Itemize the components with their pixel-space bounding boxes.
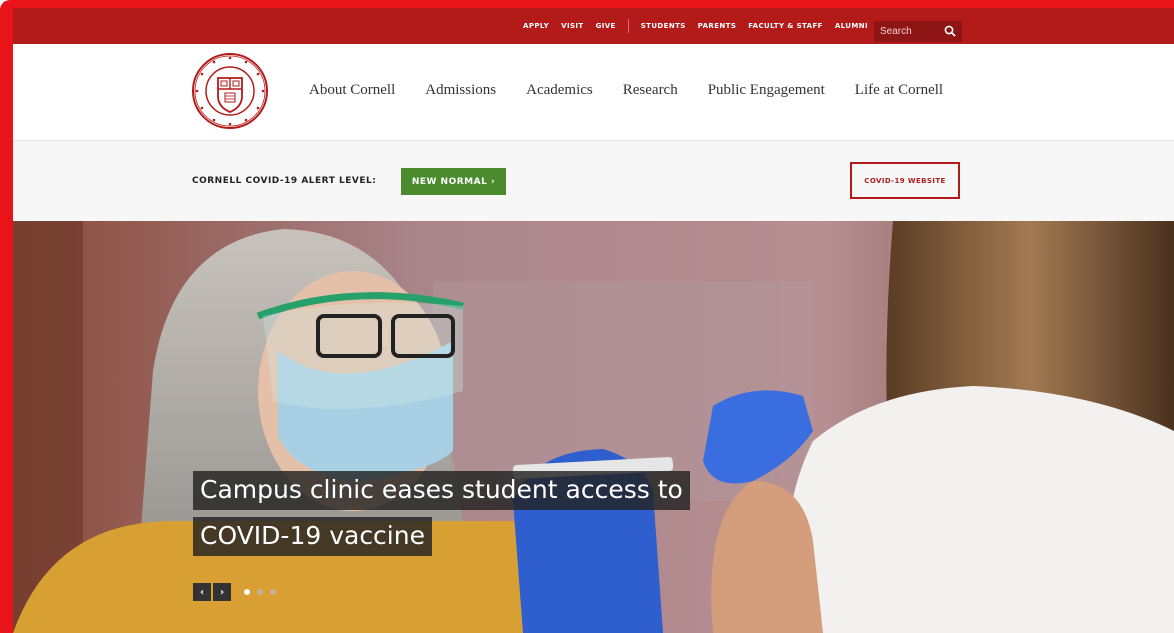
- site-header: About Cornell Admissions Academics Resea…: [13, 44, 1174, 141]
- utility-links: APPLY VISIT GIVE STUDENTS PARENTS FACULT…: [523, 8, 880, 44]
- hero-caption-line-2[interactable]: COVID-19 vaccine: [193, 517, 432, 556]
- slide-dot-3[interactable]: [270, 589, 276, 595]
- search-input[interactable]: [874, 26, 940, 37]
- hero-caption-text-1[interactable]: Campus clinic eases student access to: [193, 471, 690, 510]
- search-box: [874, 21, 962, 42]
- hero-caption-line-1[interactable]: Campus clinic eases student access to: [193, 471, 690, 510]
- covid-alert-bar: CORNELL COVID-19 ALERT LEVEL: NEW NORMAL…: [13, 141, 1174, 221]
- nav-admissions[interactable]: Admissions: [425, 82, 496, 99]
- nav-about-cornell[interactable]: About Cornell: [309, 82, 395, 99]
- nav-public-engagement[interactable]: Public Engagement: [708, 82, 825, 99]
- utility-divider: [627, 19, 629, 33]
- alumni-link[interactable]: ALUMNI: [835, 22, 868, 30]
- alert-level-label: CORNELL COVID-19 ALERT LEVEL:: [192, 176, 377, 186]
- hero-slideshow: Campus clinic eases student access to CO…: [13, 221, 1174, 633]
- students-link[interactable]: STUDENTS: [641, 22, 686, 30]
- main-nav: About Cornell Admissions Academics Resea…: [309, 82, 973, 99]
- utility-bar: APPLY VISIT GIVE STUDENTS PARENTS FACULT…: [13, 8, 1174, 44]
- slide-dot-1[interactable]: [244, 589, 250, 595]
- covid-website-button[interactable]: COVID-19 WEBSITE: [850, 162, 960, 199]
- give-link[interactable]: GIVE: [596, 22, 616, 30]
- hero-photo: [13, 221, 1174, 633]
- nav-research[interactable]: Research: [623, 82, 678, 99]
- cornell-seal-logo[interactable]: [191, 52, 269, 130]
- slide-dot-2[interactable]: [257, 589, 263, 595]
- nav-life-at-cornell[interactable]: Life at Cornell: [855, 82, 943, 99]
- alert-level-button[interactable]: NEW NORMAL ›: [401, 168, 506, 195]
- hero-caption-text-2[interactable]: COVID-19 vaccine: [193, 517, 432, 556]
- chevron-left-icon[interactable]: ‹: [193, 583, 211, 601]
- faculty-staff-link[interactable]: FACULTY & STAFF: [748, 22, 823, 30]
- chevron-right-icon[interactable]: ›: [213, 583, 231, 601]
- search-icon[interactable]: [944, 25, 956, 37]
- browser-frame: APPLY VISIT GIVE STUDENTS PARENTS FACULT…: [0, 0, 1174, 633]
- nav-academics[interactable]: Academics: [526, 82, 593, 99]
- parents-link[interactable]: PARENTS: [698, 22, 737, 30]
- apply-link[interactable]: APPLY: [523, 22, 549, 30]
- visit-link[interactable]: VISIT: [561, 22, 583, 30]
- slideshow-controls: ‹ ›: [193, 583, 276, 601]
